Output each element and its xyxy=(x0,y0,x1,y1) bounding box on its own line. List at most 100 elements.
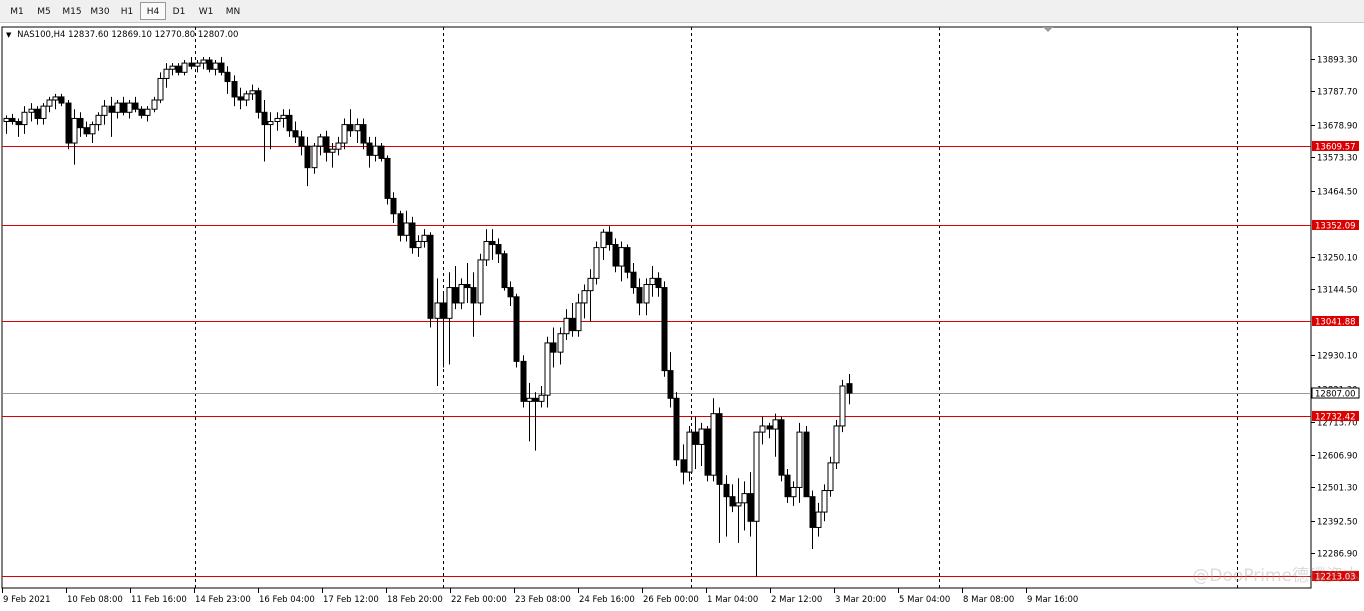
bear-candle-body xyxy=(9,117,16,123)
candle xyxy=(366,136,373,168)
price-tick-label: 13573.30 xyxy=(1317,154,1358,164)
candle xyxy=(28,103,35,122)
bull-candle-body xyxy=(735,502,742,507)
candle xyxy=(132,96,139,113)
candle xyxy=(581,284,588,319)
candle xyxy=(729,484,736,513)
bear-candle-body xyxy=(673,397,680,461)
time-tick-label: 5 Mar 04:00 xyxy=(899,595,950,605)
candle xyxy=(680,444,687,485)
candle xyxy=(809,490,816,549)
bear-candle-body xyxy=(292,130,299,138)
candle xyxy=(784,469,791,503)
bull-candle-body xyxy=(28,108,35,113)
price-tick-label: 13144.50 xyxy=(1317,286,1358,296)
bull-candle-body xyxy=(335,142,342,150)
bear-candle-body xyxy=(323,136,330,153)
candle xyxy=(520,355,527,408)
bear-candle-body xyxy=(661,287,668,372)
price-tick-label: 13678.90 xyxy=(1317,122,1358,132)
bear-candle-body xyxy=(108,105,115,113)
bull-candle-body xyxy=(698,428,705,445)
candle xyxy=(317,133,324,156)
bull-candle-body xyxy=(274,117,281,123)
bear-candle-body xyxy=(261,111,268,126)
bull-candle-body xyxy=(46,99,53,107)
bear-candle-body xyxy=(218,62,225,73)
bear-candle-body xyxy=(680,459,687,473)
bear-candle-body xyxy=(397,213,404,236)
bull-candle-body xyxy=(311,145,318,169)
candle xyxy=(120,96,127,116)
level-price-label: 13352.09 xyxy=(1315,222,1356,232)
bear-candle-body xyxy=(624,247,631,273)
time-axis: 9 Feb 2021 10 Feb 08:00 11 Feb 16:00 14 Feb… xyxy=(2,27,1078,605)
bear-candle-body xyxy=(766,425,773,430)
watermark: @DooPrime德璞资本 xyxy=(1192,566,1360,586)
bull-candle-body xyxy=(194,62,201,67)
bull-candle-body xyxy=(89,124,96,135)
dropdown-triangle-icon[interactable]: ▼ xyxy=(6,31,11,39)
candle xyxy=(846,373,853,405)
price-tick-label: 13250.10 xyxy=(1317,254,1358,264)
candle xyxy=(440,293,447,368)
bull-candle-body xyxy=(243,93,250,101)
candle xyxy=(77,112,84,137)
candle xyxy=(649,266,656,297)
candle xyxy=(569,302,576,337)
bear-candle-body xyxy=(464,284,471,289)
bull-candle-body xyxy=(163,68,170,79)
candle xyxy=(243,90,250,107)
bull-candle-body xyxy=(575,302,582,332)
bear-candle-body xyxy=(409,222,416,249)
time-tick-label: 11 Feb 16:00 xyxy=(131,595,187,605)
candle xyxy=(458,278,465,310)
candle xyxy=(827,456,834,497)
bear-candle-body xyxy=(569,317,576,332)
chart-shift-marker-icon xyxy=(1043,27,1053,32)
candle xyxy=(434,278,441,386)
candle xyxy=(181,60,188,76)
price-chart[interactable]: 13893.30 13787.70 13678.90 13573.30 13464.50… xyxy=(0,0,1364,611)
bull-candle-body xyxy=(772,419,779,430)
candle xyxy=(741,481,748,531)
chart-info: ▼ NAS100,H4 12837.60 12869.10 12770.80 1… xyxy=(6,30,238,40)
candle xyxy=(698,422,705,466)
candle xyxy=(470,272,477,337)
candle xyxy=(280,109,287,128)
candle xyxy=(46,96,53,113)
bear-candle-body xyxy=(606,231,613,246)
candle xyxy=(200,56,207,70)
price-tick-label: 12930.10 xyxy=(1317,352,1358,362)
candle xyxy=(643,278,650,316)
candle xyxy=(52,93,59,110)
candle xyxy=(446,272,453,365)
candle xyxy=(89,121,96,144)
candle xyxy=(655,272,662,297)
candle xyxy=(144,106,151,122)
candle xyxy=(766,422,773,439)
candle xyxy=(311,143,318,174)
candle xyxy=(267,112,274,150)
bull-candle-body xyxy=(526,397,533,402)
candle xyxy=(557,327,564,365)
candle xyxy=(397,210,404,242)
time-tick-label: 3 Mar 20:00 xyxy=(835,595,886,605)
level-price-label: 13041.88 xyxy=(1315,318,1356,328)
price-tick-label: 13787.70 xyxy=(1317,88,1358,98)
candle xyxy=(538,385,545,408)
price-tick-label: 12501.30 xyxy=(1317,484,1358,494)
bull-candle-body xyxy=(181,62,188,73)
candle xyxy=(40,103,47,125)
bear-candle-body xyxy=(704,428,711,476)
candle xyxy=(9,113,16,125)
bull-candle-body xyxy=(557,333,564,353)
candle xyxy=(108,96,115,137)
candle xyxy=(716,407,723,543)
candle xyxy=(261,99,268,162)
price-tick-label: 13464.50 xyxy=(1317,188,1358,198)
price-tick-label: 12392.50 xyxy=(1317,518,1358,528)
candle xyxy=(157,72,164,104)
candle xyxy=(304,136,311,187)
bear-candle-body xyxy=(470,287,477,304)
